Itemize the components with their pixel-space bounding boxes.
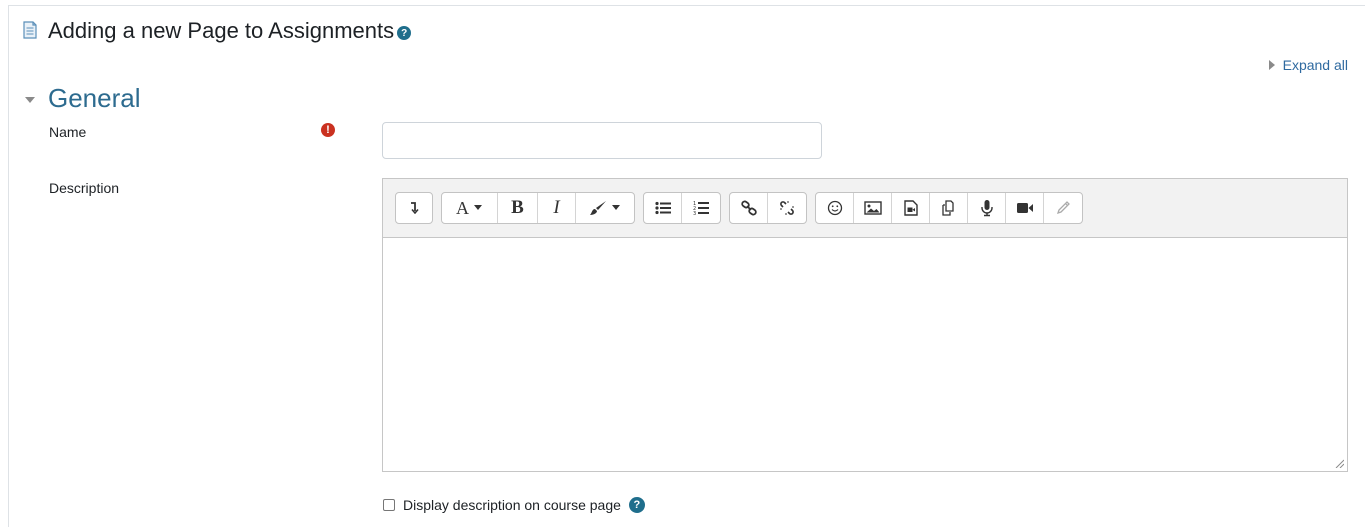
help-icon[interactable]: ?	[397, 26, 412, 40]
font-style-button[interactable]: A	[442, 193, 498, 223]
bold-letter: B	[511, 197, 524, 218]
insert-image-button[interactable]	[854, 193, 892, 223]
emoji-icon	[827, 200, 842, 216]
section-title: General	[48, 83, 141, 113]
display-description-label[interactable]: Display description on course page	[403, 497, 621, 513]
page-title: Adding a new Page to Assignments	[48, 18, 395, 43]
collapse-triangle-icon	[25, 96, 35, 103]
toolbar-group-lists: 1 2 3	[643, 192, 721, 224]
unordered-list-icon	[654, 201, 671, 215]
microphone-icon	[980, 200, 993, 217]
italic-letter: I	[553, 197, 560, 218]
record-video-button[interactable]	[1006, 193, 1044, 223]
name-field[interactable]	[382, 122, 822, 159]
record-audio-button[interactable]	[968, 193, 1006, 223]
text-color-button[interactable]	[576, 193, 634, 223]
description-label: Description	[49, 180, 120, 196]
toolbar-group-insert	[815, 192, 1083, 224]
display-description-row: Display description on course page ?	[383, 497, 645, 513]
collapse-icon	[411, 202, 419, 214]
ordered-list-button[interactable]: 1 2 3	[682, 193, 720, 223]
draw-button[interactable]	[1044, 193, 1082, 223]
unordered-list-button[interactable]	[644, 193, 682, 223]
paintbrush-icon	[590, 201, 606, 215]
required-icon: !	[321, 123, 335, 137]
toolbar-group-collapse	[395, 192, 433, 224]
description-editor: A B I 1 2 3	[382, 178, 1348, 472]
pencil-icon	[1056, 201, 1070, 215]
toolbar-group-style: A B I	[441, 192, 635, 224]
chevron-down-icon	[474, 205, 482, 210]
section-toggle-general[interactable]: General	[25, 83, 141, 114]
unlink-icon	[780, 201, 794, 215]
ordered-list-icon: 1 2 3	[693, 201, 709, 216]
media-icon	[903, 200, 918, 216]
display-description-checkbox[interactable]	[383, 499, 395, 511]
manage-files-icon	[941, 200, 954, 216]
emoji-button[interactable]	[816, 193, 854, 223]
help-icon[interactable]: ?	[628, 497, 645, 513]
editor-toolbar: A B I 1 2 3	[383, 179, 1347, 237]
link-button[interactable]	[730, 193, 768, 223]
svg-text:3: 3	[693, 211, 696, 216]
resize-grip-icon[interactable]	[1334, 458, 1344, 468]
page-heading: Adding a new Page to Assignments ?	[22, 16, 412, 46]
image-icon	[863, 201, 882, 215]
expand-triangle-icon	[1268, 60, 1275, 70]
italic-button[interactable]: I	[538, 193, 576, 223]
insert-media-button[interactable]	[892, 193, 930, 223]
video-camera-icon	[1016, 203, 1033, 213]
expand-all-label: Expand all	[1282, 57, 1348, 73]
collapse-toolbar-button[interactable]	[396, 193, 432, 223]
manage-files-button[interactable]	[930, 193, 968, 223]
name-label: Name	[49, 124, 87, 140]
chevron-down-icon	[612, 205, 620, 210]
expand-all-link[interactable]: Expand all	[1268, 57, 1348, 73]
link-icon	[740, 200, 757, 216]
description-editor-content[interactable]	[383, 237, 1347, 471]
toolbar-group-links	[729, 192, 807, 224]
unlink-button[interactable]	[768, 193, 806, 223]
bold-button[interactable]: B	[498, 193, 538, 223]
font-letter: A	[456, 197, 469, 218]
page-icon	[22, 21, 40, 41]
